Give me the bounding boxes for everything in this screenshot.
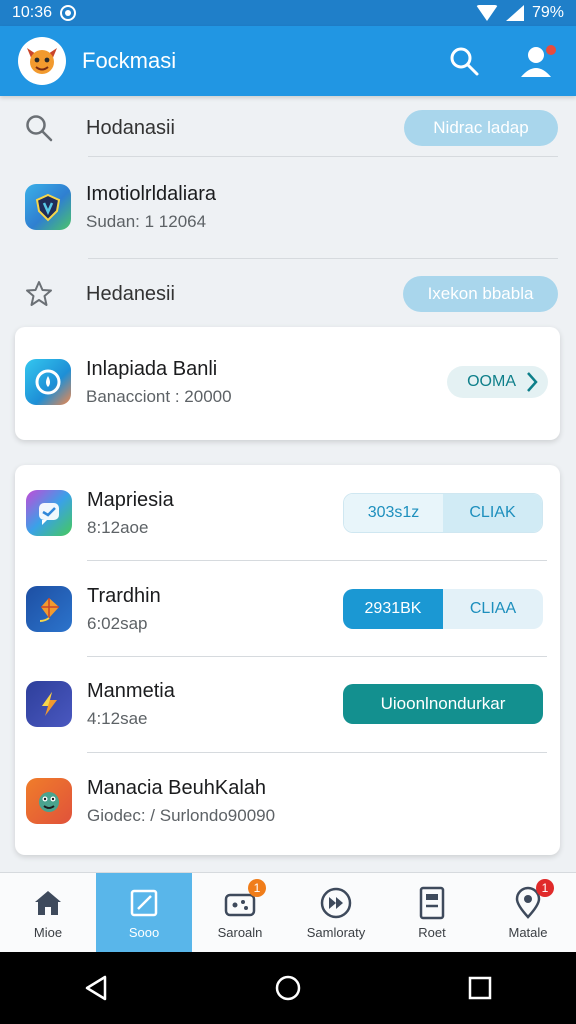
featured-open-button[interactable]: OOMA bbox=[447, 366, 548, 398]
home-icon bbox=[30, 885, 66, 921]
list-item-count-button[interactable]: 303s1z bbox=[344, 494, 443, 532]
battery-level: 79% bbox=[531, 4, 564, 21]
list-item[interactable]: Manmetia 4:12sae Uioonlnondurkar bbox=[15, 676, 560, 732]
nav-label: Sooo bbox=[128, 925, 160, 940]
featured-title: Inlapiada Banli bbox=[86, 357, 218, 380]
sync-icon bbox=[60, 5, 77, 21]
app-title: Fockmasi bbox=[82, 48, 177, 73]
nav-label: Roet bbox=[418, 925, 446, 940]
kite-icon bbox=[26, 586, 72, 632]
document-icon bbox=[414, 885, 450, 921]
search-icon bbox=[450, 47, 479, 76]
search-label: Hodanasii bbox=[86, 116, 175, 139]
nav-label: Samloraty bbox=[306, 925, 366, 940]
lightning-icon bbox=[26, 681, 72, 727]
divider bbox=[87, 656, 547, 657]
bottom-navigation: Mioe Sooo 1 Saroaln Samloraty Roet 1 Mat… bbox=[0, 872, 576, 952]
nav-media[interactable]: Samloraty bbox=[288, 873, 384, 952]
status-bar: 10:36 79% bbox=[0, 0, 576, 26]
divider bbox=[88, 156, 558, 157]
notification-badge: 1 bbox=[248, 879, 266, 897]
list-item-count-button[interactable]: 2931BK bbox=[343, 589, 443, 629]
wifi-icon bbox=[475, 5, 498, 21]
fox-logo-icon bbox=[27, 48, 57, 74]
recents-button[interactable] bbox=[460, 968, 500, 1008]
search-row[interactable]: Hodanasii Nidrac ladap bbox=[0, 100, 576, 156]
nav-label: Matale bbox=[508, 925, 548, 940]
nav-location[interactable]: 1 Matale bbox=[480, 873, 576, 952]
search-button[interactable] bbox=[444, 41, 484, 81]
shield-app-icon bbox=[25, 184, 71, 230]
list-item[interactable]: Manacia BeuhKalah Giodec: / Surlondo9009… bbox=[15, 773, 560, 829]
star-icon bbox=[24, 279, 54, 309]
system-navigation-bar bbox=[0, 952, 576, 1024]
edit-icon bbox=[126, 885, 162, 921]
featured-subtitle: Banacciont : 20000 bbox=[86, 386, 232, 406]
favorites-row[interactable]: Hedanesii Ixekon bbabla bbox=[0, 266, 576, 322]
list-item-action-button[interactable]: Uioonlnondurkar bbox=[343, 684, 543, 724]
chevron-right-icon bbox=[527, 372, 538, 392]
location-icon: 1 bbox=[510, 879, 554, 921]
home-button[interactable] bbox=[268, 968, 308, 1008]
list-item-click-button[interactable]: CLIAK bbox=[443, 494, 542, 532]
creature-icon bbox=[26, 778, 72, 824]
list-item-title: Manacia BeuhKalah bbox=[87, 776, 267, 799]
account-button[interactable] bbox=[518, 41, 558, 81]
list-item-subtitle: Giodec: / Surlondo90090 bbox=[87, 805, 276, 825]
home-circle-icon bbox=[275, 975, 301, 1001]
divider bbox=[87, 560, 547, 561]
timer-app-icon bbox=[25, 359, 71, 405]
app-logo bbox=[18, 37, 66, 85]
promo-subtitle: Sudan: 1 12064 bbox=[86, 211, 207, 231]
status-time: 10:36 bbox=[12, 4, 53, 21]
nav-label: Mioe bbox=[33, 925, 63, 940]
divider bbox=[87, 752, 547, 753]
list-item-actions: 2931BK CLIAA bbox=[343, 589, 543, 629]
nav-games[interactable]: 1 Saroaln bbox=[192, 873, 288, 952]
nav-home[interactable]: Mioe bbox=[0, 873, 96, 952]
search-icon bbox=[24, 113, 54, 143]
list-item[interactable]: Trardhin 6:02sap 2931BK CLIAA bbox=[15, 581, 560, 637]
signal-icon bbox=[505, 5, 524, 21]
promo-title: Imotiolrldaliara bbox=[86, 182, 217, 205]
promo-row[interactable]: Imotiolrldaliara Sudan: 1 12064 bbox=[0, 170, 576, 244]
back-icon bbox=[85, 975, 107, 1001]
favorites-label: Hedanesii bbox=[86, 282, 175, 305]
nav-edit[interactable]: Sooo bbox=[96, 873, 192, 952]
list-item-click-button[interactable]: CLIAA bbox=[443, 589, 543, 629]
favorites-action-button[interactable]: Ixekon bbabla bbox=[403, 276, 558, 312]
nav-label: Saroaln bbox=[217, 925, 263, 940]
search-action-button[interactable]: Nidrac ladap bbox=[404, 110, 558, 146]
app-list-card: Mapriesia 8:12aoe 303s1z CLIAK Trardhin … bbox=[15, 465, 560, 855]
nav-document[interactable]: Roet bbox=[384, 873, 480, 952]
notification-badge: 1 bbox=[536, 879, 554, 897]
list-item[interactable]: Mapriesia 8:12aoe 303s1z CLIAK bbox=[15, 485, 560, 541]
back-button[interactable] bbox=[76, 968, 116, 1008]
media-icon bbox=[318, 885, 354, 921]
user-icon bbox=[521, 45, 556, 77]
messenger-icon bbox=[26, 490, 72, 536]
list-item-actions: 303s1z CLIAK bbox=[343, 493, 543, 533]
featured-card[interactable]: Inlapiada Banli Banacciont : 20000 OOMA bbox=[15, 327, 560, 440]
app-bar: Fockmasi bbox=[0, 26, 576, 96]
game-icon: 1 bbox=[222, 879, 266, 921]
recents-icon bbox=[468, 976, 492, 1000]
divider bbox=[88, 258, 558, 259]
featured-button-label: OOMA bbox=[467, 373, 516, 390]
